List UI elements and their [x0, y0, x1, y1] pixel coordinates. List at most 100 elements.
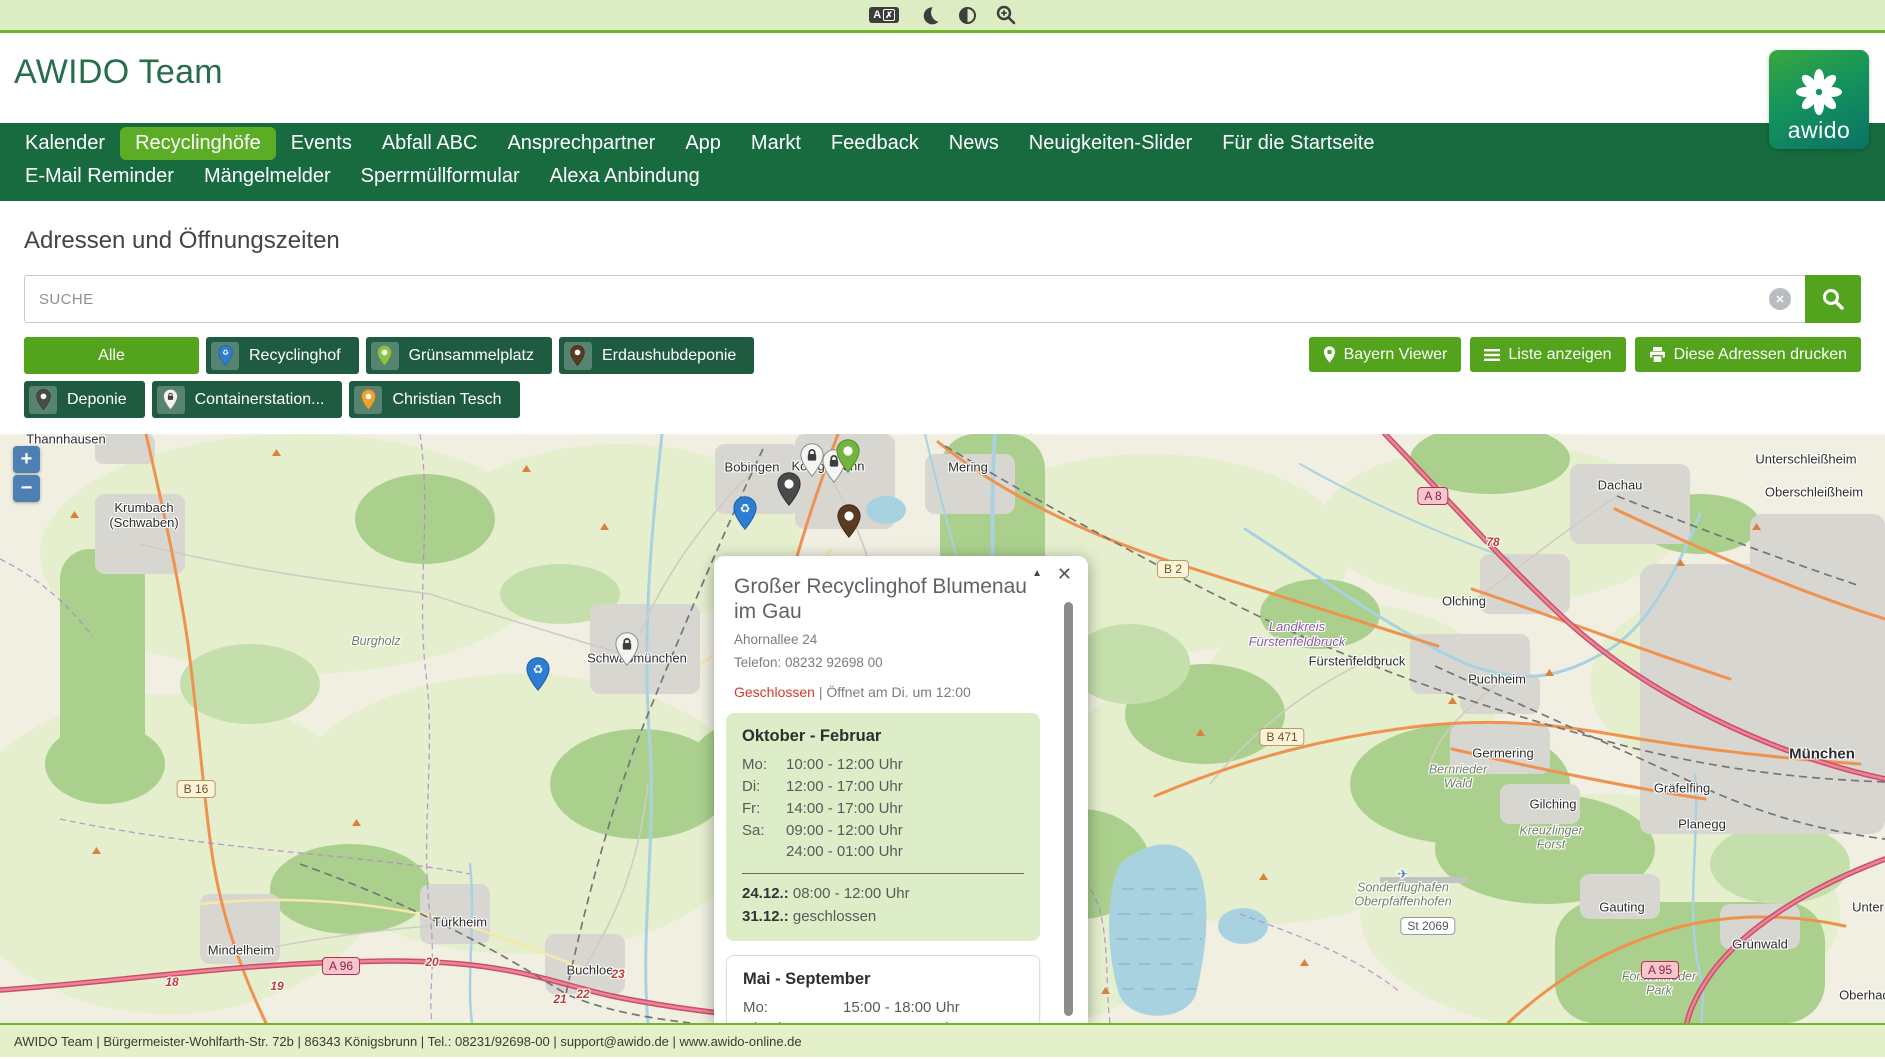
popup-scroll-up-icon[interactable]: ▲ — [1032, 568, 1042, 579]
filter-button-christian-tesch[interactable]: Christian Tesch — [349, 381, 519, 418]
nav-item-kalender[interactable]: Kalender — [10, 127, 120, 160]
filter-button-containerstation-[interactable]: Containerstation... — [152, 381, 343, 418]
search-bar: ✕ — [24, 275, 1861, 323]
map-pin-gray[interactable] — [777, 472, 801, 511]
filter-button-alle[interactable]: Alle — [24, 337, 199, 374]
footer-text: AWIDO Team | Bürgermeister-Wohlfarth-Str… — [14, 1034, 802, 1049]
footer: AWIDO Team | Bürgermeister-Wohlfarth-Str… — [0, 1023, 1885, 1057]
hours-value: 10:00 - 12:00 Uhr — [786, 754, 903, 776]
nav-item-für-die-startseite[interactable]: Für die Startseite — [1207, 127, 1389, 160]
summer-hours-box: Mai - September Mo:15:00 - 18:00 UhrDi, … — [726, 955, 1040, 1023]
nav-item-neuigkeiten-slider[interactable]: Neuigkeiten-Slider — [1014, 127, 1207, 160]
nav-item-app[interactable]: App — [670, 127, 736, 160]
filter-label: Deponie — [67, 391, 127, 409]
svg-text:♻: ♻ — [533, 663, 544, 677]
hours-day: Mo: — [743, 997, 843, 1019]
map-actions: Bayern Viewer Liste anzeigen Diese Adresse… — [1309, 337, 1861, 372]
hours-row: 24:00 - 01:00 Uhr — [742, 841, 1024, 863]
recycle-pin-icon: ♻ — [211, 342, 239, 370]
hours-row: Di, Mi, Do:11:00 - 15:00 Uhr — [743, 1018, 1023, 1023]
status-closed: Geschlossen — [734, 684, 815, 700]
filter-button-erdaushubdeponie[interactable]: Erdaushubdeponie — [559, 337, 754, 374]
filter-button-deponie[interactable]: Deponie — [24, 381, 145, 418]
nav-item-mängelmelder[interactable]: Mängelmelder — [189, 160, 346, 193]
map-pin-brown[interactable] — [837, 504, 861, 543]
hours-day: Sa: — [742, 820, 786, 842]
contrast-icon[interactable] — [959, 7, 976, 24]
hours-day: Fr: — [742, 798, 786, 820]
hours-row: Mo:15:00 - 18:00 Uhr — [743, 997, 1023, 1019]
filter-button-grünsammelplatz[interactable]: Grünsammelplatz — [366, 337, 552, 374]
hours-day — [742, 841, 786, 863]
gray-pin-icon — [29, 386, 57, 414]
popup-close-icon[interactable]: ✕ — [1057, 565, 1072, 583]
popup-scrollbar[interactable] — [1064, 602, 1073, 1016]
zoom-icon[interactable] — [996, 5, 1016, 25]
brown-pin-icon — [564, 342, 592, 370]
nav-item-ansprechpartner[interactable]: Ansprechpartner — [492, 127, 670, 160]
summer-hours-rows: Mo:15:00 - 18:00 UhrDi, Mi, Do:11:00 - 1… — [743, 997, 1023, 1023]
map-pin-lock[interactable] — [800, 443, 824, 482]
printer-icon — [1649, 347, 1666, 363]
status-info: Öffnet am Di. um 12:00 — [826, 684, 970, 700]
filter-row-2: Deponie Containerstation... Christian Tesc… — [24, 381, 1861, 418]
map-pin-lock[interactable] — [615, 632, 639, 671]
lock-pin-icon — [157, 386, 185, 414]
special-hours-row: 31.12.: geschlossen — [742, 905, 1024, 928]
nav-item-events[interactable]: Events — [276, 127, 367, 160]
map-pin-recycle[interactable]: ♻ — [733, 496, 757, 535]
translate-icon[interactable]: A✗ — [869, 7, 899, 23]
popup-title: Großer Recyclinghof Blumenau im Gau — [734, 574, 1044, 624]
action-button-liste-anzeigen[interactable]: Liste anzeigen — [1470, 337, 1625, 372]
nav-item-news[interactable]: News — [934, 127, 1014, 160]
special-date: 31.12.: — [742, 908, 793, 925]
hours-day: Di: — [742, 776, 786, 798]
pin-icon — [1323, 346, 1336, 363]
action-button-diese-adressen-drucken[interactable]: Diese Adressen drucken — [1635, 337, 1861, 372]
main-nav: KalenderRecyclinghöfeEventsAbfall ABCAns… — [0, 123, 1885, 201]
section-heading: Adressen und Öffnungszeiten — [24, 227, 1861, 255]
hours-value: 24:00 - 01:00 Uhr — [786, 841, 903, 863]
app-title: AWIDO Team — [0, 33, 1885, 92]
zoom-in-button[interactable]: + — [13, 446, 40, 473]
nav-item-abfall-abc[interactable]: Abfall ABC — [367, 127, 493, 160]
hours-divider — [742, 873, 1024, 874]
hours-value: 11:00 - 15:00 Uhr — [843, 1018, 959, 1023]
map-zoom-controls: + − — [13, 446, 40, 502]
clear-search-icon[interactable]: ✕ — [1769, 288, 1791, 310]
lightgreen-pin-icon — [371, 342, 399, 370]
winter-hours-rows: Mo:10:00 - 12:00 UhrDi:12:00 - 17:00 Uhr… — [742, 754, 1024, 863]
nav-item-sperrmüllformular[interactable]: Sperrmüllformular — [346, 160, 535, 193]
filter-label: Christian Tesch — [392, 391, 501, 409]
action-label: Bayern Viewer — [1344, 346, 1448, 364]
hours-row: Fr:14:00 - 17:00 Uhr — [742, 798, 1024, 820]
map-pin-green[interactable] — [836, 439, 860, 478]
filter-label: Containerstation... — [195, 391, 325, 409]
search-input[interactable] — [24, 275, 1861, 323]
action-button-bayern-viewer[interactable]: Bayern Viewer — [1309, 337, 1462, 372]
nav-item-alexa-anbindung[interactable]: Alexa Anbindung — [535, 160, 715, 193]
hours-row: Sa:09:00 - 12:00 Uhr — [742, 820, 1024, 842]
list-icon — [1484, 348, 1500, 362]
nav-item-e-mail-reminder[interactable]: E-Mail Reminder — [10, 160, 189, 193]
dark-mode-icon[interactable] — [919, 5, 939, 25]
hours-value: 14:00 - 17:00 Uhr — [786, 798, 903, 820]
search-icon — [1821, 287, 1845, 311]
hours-value: 12:00 - 17:00 Uhr — [786, 776, 903, 798]
awido-logo[interactable]: awido — [1769, 50, 1869, 149]
winter-hours-title: Oktober - Februar — [742, 727, 1024, 746]
search-button[interactable] — [1805, 275, 1861, 323]
filter-label: Grünsammelplatz — [409, 347, 534, 365]
zoom-out-button[interactable]: − — [13, 475, 40, 502]
winter-hours-box: Oktober - Februar Mo:10:00 - 12:00 UhrDi… — [726, 713, 1040, 940]
map[interactable]: ThannhausenKrumbach(Schwaben)BobingenKön… — [0, 434, 1885, 1023]
map-pin-recycle[interactable]: ♻ — [526, 657, 550, 696]
nav-item-feedback[interactable]: Feedback — [816, 127, 934, 160]
header: AWIDO Team — [0, 33, 1885, 123]
logo-text: awido — [1788, 119, 1851, 142]
nav-item-recyclinghöfe[interactable]: Recyclinghöfe — [120, 127, 276, 160]
filter-button-recyclinghof[interactable]: ♻ Recyclinghof — [206, 337, 359, 374]
filter-label: Recyclinghof — [249, 347, 341, 365]
nav-item-markt[interactable]: Markt — [736, 127, 816, 160]
winter-special-rows: 24.12.: 08:00 - 12:00 Uhr31.12.: geschlo… — [742, 882, 1024, 929]
